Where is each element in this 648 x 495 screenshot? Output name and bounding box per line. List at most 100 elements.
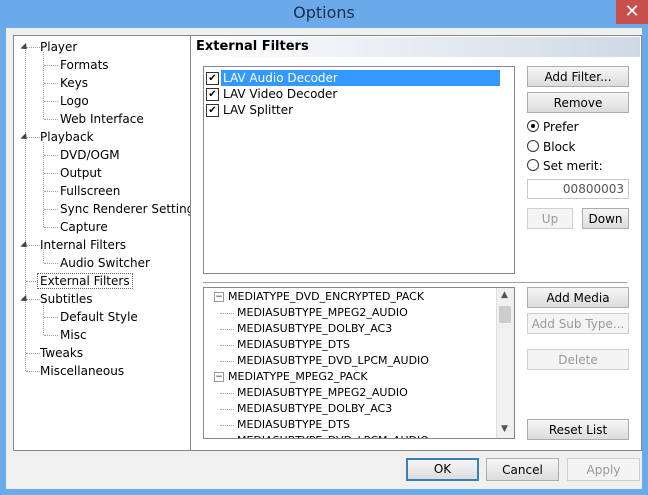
filter-list[interactable]: ✔ LAV Audio Decoder ✔ LAV Video Decoder ✔ LAV…: [203, 66, 515, 274]
media-subtype-label: MEDIASUBTYPE_DTS: [237, 418, 350, 431]
tree-item-label: Tweaks: [40, 346, 84, 360]
checkbox-icon[interactable]: ✔: [206, 88, 219, 101]
title-bar[interactable]: Options ✕: [0, 0, 648, 28]
tree-item-tweaks[interactable]: Tweaks: [38, 344, 85, 362]
media-type-label: MEDIATYPE_MPEG2_PACK: [228, 370, 368, 383]
media-subtype-label: MEDIASUBTYPE_MPEG2_AUDIO: [237, 306, 408, 319]
reset-list-button[interactable]: Reset List: [527, 419, 629, 440]
media-subtype-label: MEDIASUBTYPE_DOLBY_AC3: [237, 402, 393, 415]
tree-branch-line: [44, 155, 58, 156]
block-label: Block: [543, 140, 576, 154]
tree-item-label: Playback: [40, 130, 94, 144]
media-branch-line: [220, 361, 234, 362]
tree-item-default-style[interactable]: Default Style: [58, 308, 140, 326]
tree-item-label: Logo: [60, 94, 89, 108]
tree-child-connector: [43, 142, 44, 227]
filter-name: LAV Video Decoder: [223, 87, 338, 101]
tree-branch-line: [44, 101, 58, 102]
checkbox-icon[interactable]: ✔: [206, 104, 219, 117]
tree-item-label: Web Interface: [60, 112, 144, 126]
set-merit-label: Set merit:: [543, 159, 603, 173]
tree-item-fullscreen[interactable]: Fullscreen: [58, 182, 122, 200]
external-filters-panel: External Filters ✔ LAV Audio Decoder ✔ LAV …: [190, 35, 642, 451]
tree-item-label: External Filters: [37, 273, 133, 289]
tree-item-web-interface[interactable]: Web Interface: [58, 110, 146, 128]
delete-button[interactable]: Delete: [527, 349, 629, 370]
tree-item-capture[interactable]: Capture: [58, 218, 110, 236]
tree-item-keys[interactable]: Keys: [58, 74, 90, 92]
add-media-type-button[interactable]: Add Media Type...: [527, 287, 629, 326]
remove-button[interactable]: Remove: [527, 92, 629, 113]
tree-item-label: Formats: [60, 58, 109, 72]
tree-item-subtitles[interactable]: Subtitles: [20, 290, 95, 308]
tree-item-label: Internal Filters: [40, 238, 127, 252]
tree-item-external-filters[interactable]: External Filters: [37, 272, 133, 290]
prefer-label: Prefer: [543, 120, 579, 134]
tree-item-label: Miscellaneous: [40, 364, 125, 378]
tree-connector: [25, 47, 26, 371]
expand-arrow-icon[interactable]: [20, 42, 30, 53]
tree-item-miscellaneous[interactable]: Miscellaneous: [38, 362, 126, 380]
scroll-up-icon[interactable]: ▲: [501, 290, 508, 300]
media-type-tree[interactable]: − MEDIATYPE_DVD_ENCRYPTED_PACK MEDIASUBTYP…: [203, 287, 515, 439]
media-subtype-label: MEDIASUBTYPE_DVD_LPCM_AUDIO: [237, 354, 429, 367]
tree-branch-line: [44, 335, 58, 336]
collapse-icon[interactable]: −: [214, 292, 224, 302]
tree-item-formats[interactable]: Formats: [58, 56, 111, 74]
tree-item-label: Capture: [60, 220, 108, 234]
options-window: Options ✕ Player Formats Keys Logo Web Inter…: [0, 0, 648, 495]
media-branch-line: [220, 425, 234, 426]
collapse-icon[interactable]: −: [214, 372, 224, 382]
tree-branch-line: [44, 191, 58, 192]
scroll-down-icon[interactable]: ▼: [501, 424, 508, 434]
tree-item-logo[interactable]: Logo: [58, 92, 91, 110]
tree-item-label: Default Style: [60, 310, 138, 324]
tree-item-dvd-ogm[interactable]: DVD/OGM: [58, 146, 122, 164]
tree-branch-line: [44, 209, 58, 210]
media-type-label: MEDIATYPE_DVD_ENCRYPTED_PACK: [228, 290, 425, 303]
up-button[interactable]: Up: [527, 208, 573, 229]
tree-item-label: Subtitles: [40, 292, 93, 306]
media-subtype-label: MEDIASUBTYPE_MPEG2_AUDIO: [237, 386, 408, 399]
close-icon[interactable]: ✕: [616, 0, 648, 24]
tree-branch-line: [44, 227, 58, 228]
scroll-thumb[interactable]: [499, 306, 511, 323]
media-subtype-label: MEDIASUBTYPE_DOLBY_AC3: [237, 322, 393, 335]
prefer-radio-circle[interactable]: [527, 120, 539, 132]
apply-button[interactable]: Apply: [567, 458, 640, 481]
tree-item-sync-renderer-settings[interactable]: Sync Renderer Settings: [58, 200, 203, 218]
tree-child-connector: [43, 304, 44, 335]
tree-branch-line: [44, 317, 58, 318]
media-branch-line: [220, 409, 234, 410]
tree-item-label: Sync Renderer Settings: [60, 202, 201, 216]
block-radio-circle[interactable]: [527, 140, 539, 152]
media-branch-line: [220, 345, 234, 346]
expand-arrow-icon[interactable]: [20, 240, 30, 251]
tree-item-misc[interactable]: Misc: [58, 326, 89, 344]
tree-branch-line: [44, 65, 58, 66]
media-tree-scrollbar[interactable]: ▲ ▼: [496, 288, 514, 438]
down-button[interactable]: Down: [582, 208, 629, 229]
tree-item-playback[interactable]: Playback: [20, 128, 96, 146]
tree-item-output[interactable]: Output: [58, 164, 104, 182]
tree-item-player[interactable]: Player: [20, 38, 79, 56]
expand-arrow-icon[interactable]: [20, 294, 30, 305]
merit-field[interactable]: 00800003: [527, 179, 629, 199]
window-title: Options: [293, 3, 355, 22]
options-tree[interactable]: Player Formats Keys Logo Web Interface Playba…: [13, 35, 201, 451]
tree-item-internal-filters[interactable]: Internal Filters: [20, 236, 128, 254]
media-branch-line: [220, 313, 234, 314]
tree-branch-line: [44, 119, 58, 120]
expand-arrow-icon[interactable]: [20, 132, 30, 143]
ok-button[interactable]: OK: [406, 458, 479, 481]
add-filter-button[interactable]: Add Filter...: [527, 66, 629, 87]
tree-item-audio-switcher[interactable]: Audio Switcher: [58, 254, 152, 272]
add-sub-type-button[interactable]: Add Sub Type...: [527, 313, 629, 334]
filter-name: LAV Splitter: [223, 103, 294, 117]
tree-item-label: DVD/OGM: [60, 148, 120, 162]
cancel-button[interactable]: Cancel: [486, 458, 559, 481]
set-merit-radio-circle[interactable]: [527, 159, 539, 171]
tree-branch-line: [44, 83, 58, 84]
dialog-client: Player Formats Keys Logo Web Interface Playba…: [6, 28, 642, 489]
checkbox-icon[interactable]: ✔: [206, 72, 219, 85]
